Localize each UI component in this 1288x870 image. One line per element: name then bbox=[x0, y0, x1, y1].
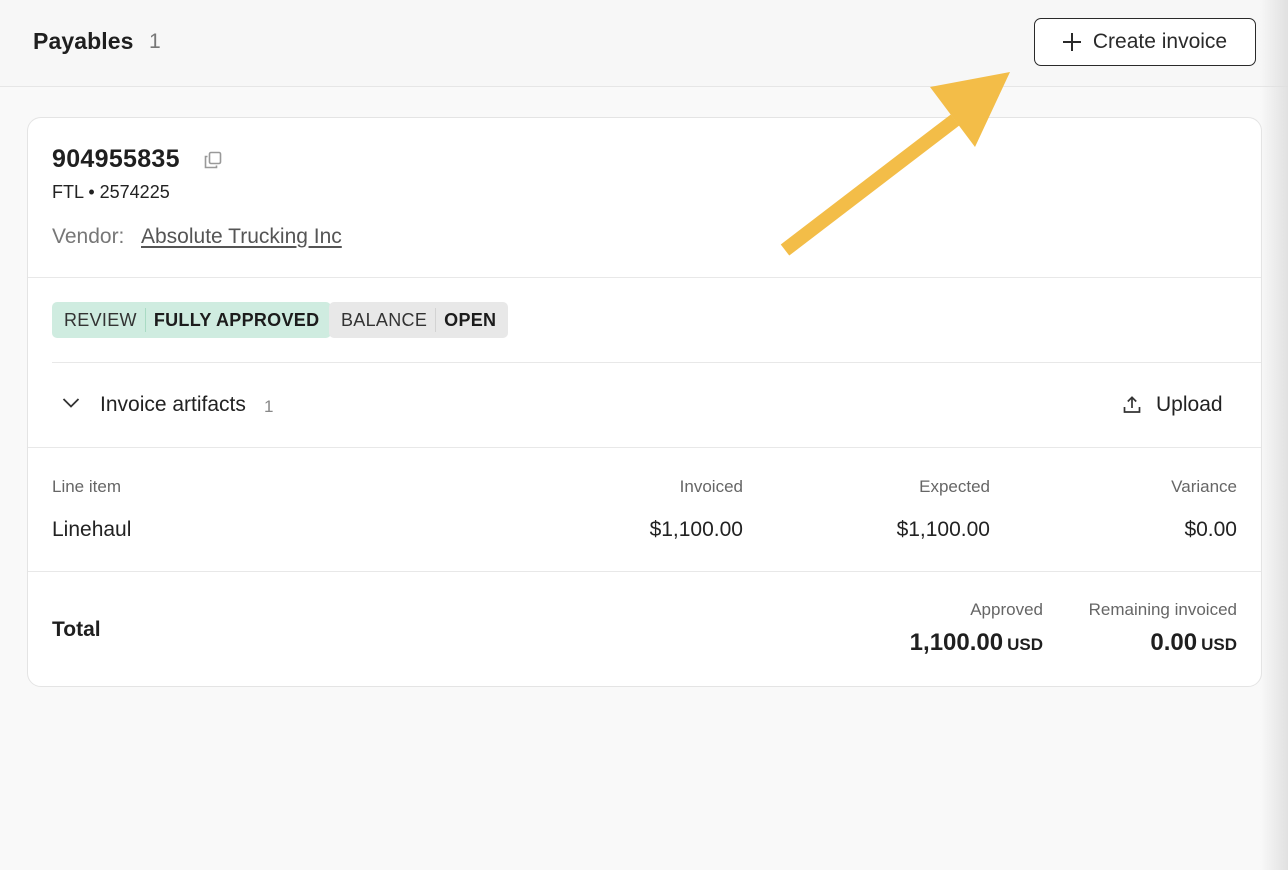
vendor-label: Vendor: bbox=[52, 225, 125, 248]
divider bbox=[28, 571, 1261, 572]
badge-value: OPEN bbox=[444, 309, 497, 330]
badge-separator bbox=[144, 308, 146, 332]
line-item-expected: $1,100.00 bbox=[896, 518, 990, 541]
approved-label: Approved bbox=[970, 600, 1043, 619]
remaining-invoiced-amount: 0.00 USD bbox=[1037, 629, 1237, 657]
balance-status-badge: BALANCE OPEN bbox=[329, 302, 509, 338]
page-title: Payables bbox=[33, 28, 134, 54]
approved-amount: 1,100.00 USD bbox=[843, 629, 1043, 657]
badge-separator bbox=[435, 308, 437, 332]
line-item-name: Linehaul bbox=[52, 518, 132, 541]
remaining-value: 0.00 bbox=[1150, 629, 1198, 656]
invoice-artifacts-count: 1 bbox=[264, 397, 274, 416]
payable-id: 904955835 bbox=[52, 145, 180, 173]
review-status-badge: REVIEW FULLY APPROVED bbox=[52, 302, 332, 338]
plus-icon bbox=[1062, 33, 1081, 51]
line-item-variance: $0.00 bbox=[1184, 518, 1237, 541]
column-header-expected: Expected bbox=[919, 477, 990, 496]
column-header-invoiced: Invoiced bbox=[679, 477, 743, 496]
divider bbox=[52, 362, 1261, 363]
upload-label: Upload bbox=[1156, 393, 1223, 416]
payable-subtitle: FTL • 2574225 bbox=[52, 182, 170, 202]
payables-count: 1 bbox=[149, 30, 161, 53]
invoice-artifacts-toggle[interactable]: Invoice artifacts bbox=[100, 393, 246, 417]
approved-value: 1,100.00 bbox=[909, 629, 1004, 656]
chevron-down-icon[interactable] bbox=[62, 396, 80, 410]
remaining-invoiced-label: Remaining invoiced bbox=[1088, 600, 1237, 619]
edge-shadow bbox=[1260, 0, 1288, 870]
create-invoice-label: Create invoice bbox=[1092, 30, 1228, 53]
column-header-variance: Variance bbox=[1171, 477, 1237, 496]
remaining-currency: USD bbox=[1201, 635, 1237, 654]
page-header: Payables 1 Create invoice bbox=[0, 0, 1288, 87]
badge-value: FULLY APPROVED bbox=[153, 309, 320, 330]
create-invoice-button[interactable]: Create invoice bbox=[1034, 18, 1256, 66]
badge-key: REVIEW bbox=[64, 309, 137, 330]
payable-card: 904955835 FTL • 2574225 Vendor: Absolute… bbox=[27, 117, 1262, 687]
total-label: Total bbox=[52, 618, 101, 641]
copy-icon[interactable] bbox=[204, 151, 222, 169]
divider bbox=[28, 447, 1261, 448]
upload-button[interactable]: Upload bbox=[1122, 388, 1223, 422]
column-header-line-item: Line item bbox=[52, 477, 121, 496]
line-item-invoiced: $1,100.00 bbox=[649, 518, 743, 541]
divider bbox=[28, 277, 1261, 278]
upload-icon bbox=[1123, 396, 1141, 413]
vendor-link[interactable]: Absolute Trucking Inc bbox=[141, 225, 342, 249]
badge-key: BALANCE bbox=[341, 309, 428, 330]
